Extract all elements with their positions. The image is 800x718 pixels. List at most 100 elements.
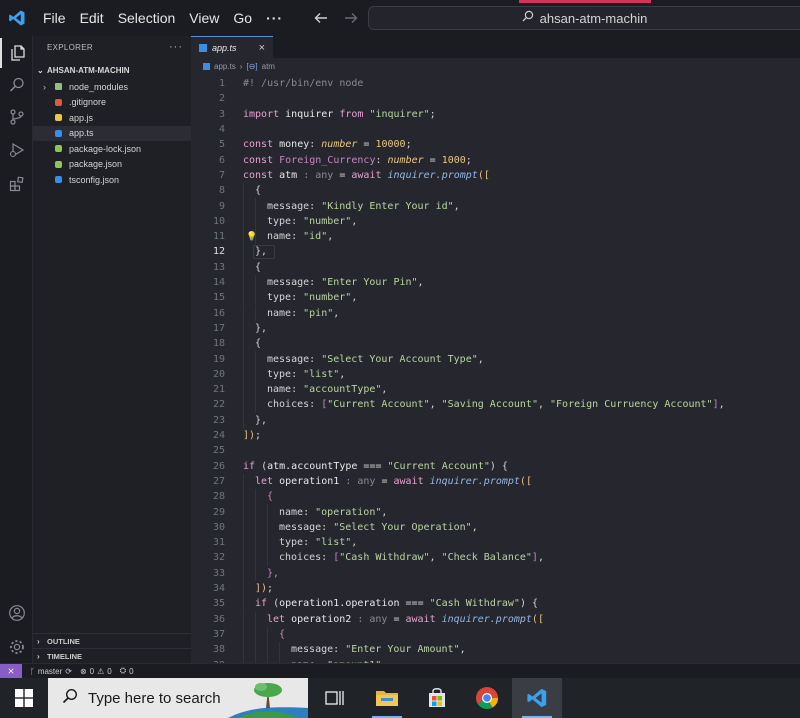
timeline-section[interactable]: › TIMELINE	[33, 648, 191, 663]
code-token: name	[267, 384, 292, 396]
code-editor[interactable]: 1 #! /usr/bin/env node 2 3 import inquirer f…	[191, 74, 800, 663]
tab-app-ts[interactable]: app.ts ×	[191, 36, 273, 58]
code-token: ,	[718, 399, 725, 411]
back-arrow-icon[interactable]	[312, 9, 330, 27]
indent-guide	[243, 183, 244, 199]
code-line: 2	[191, 91, 800, 106]
indent-guide	[243, 642, 244, 658]
forward-arrow-icon[interactable]	[342, 9, 360, 27]
run-debug-icon[interactable]	[0, 135, 33, 165]
code-token: if	[255, 598, 268, 610]
windows-start-icon[interactable]	[0, 678, 48, 718]
indent-guide	[243, 366, 244, 382]
taskbar-search-box[interactable]: Type here to search	[48, 678, 308, 718]
line-number: 30	[212, 521, 225, 533]
code-line: 23},	[191, 412, 800, 428]
code-text: name: "operation",	[279, 507, 387, 518]
indent-guide	[255, 198, 256, 214]
problems-indicator[interactable]: ⊗ 0 ⚠ 0	[80, 667, 112, 676]
menu-selection[interactable]: Selection	[111, 0, 183, 36]
settings-gear-icon[interactable]	[0, 632, 33, 662]
code-token: name	[267, 231, 292, 243]
extensions-icon[interactable]	[0, 169, 33, 199]
ports-icon: ⛭	[119, 666, 127, 675]
code-token: "Saving Account"	[441, 399, 538, 411]
file-item[interactable]: app.js	[33, 110, 191, 126]
vscode-taskbar-icon[interactable]	[512, 678, 562, 718]
code-text: if (operation1.operation === "Cash Withd…	[255, 598, 538, 609]
indent-guide	[255, 550, 256, 566]
code-token: =	[357, 139, 376, 151]
indent-guide	[243, 611, 244, 627]
code-token: "id"	[303, 231, 328, 243]
lightbulb-icon[interactable]: 💡	[246, 232, 257, 242]
menu-more[interactable]: ···	[259, 0, 290, 36]
line-number: 26	[212, 460, 225, 472]
chrome-icon[interactable]	[462, 678, 512, 718]
code-text: type: "number",	[267, 292, 357, 303]
source-control-icon[interactable]	[0, 102, 33, 132]
code-token: :	[321, 521, 334, 533]
remote-indicator-icon[interactable]: ⨯	[0, 663, 22, 679]
task-view-icon[interactable]	[308, 678, 362, 718]
indent-guide	[243, 351, 244, 367]
file-item[interactable]: › node_modules	[33, 79, 191, 95]
chevron-right-icon: ›	[43, 81, 46, 92]
code-token: ) {	[519, 598, 538, 610]
line-number: 3	[218, 108, 225, 120]
microsoft-store-icon[interactable]	[412, 678, 462, 718]
search-icon	[522, 9, 534, 27]
code-text: const money: number = 10000;	[243, 139, 412, 150]
file-item[interactable]: package.json	[33, 157, 191, 173]
code-text: },	[255, 323, 267, 334]
workspace-folder[interactable]: ⌄ AHSAN-ATM-MACHIN	[33, 61, 191, 79]
line-number: 33	[212, 567, 225, 579]
explorer-more-actions-icon[interactable]: ···	[169, 41, 183, 53]
code-token: 10000	[375, 139, 406, 151]
line-number: 23	[212, 414, 225, 426]
close-tab-icon[interactable]: ×	[259, 42, 265, 54]
editor-tabs: app.ts ×	[191, 36, 800, 58]
code-token: name	[267, 307, 292, 319]
code-line: 32 choices: ["Cash Withdraw", "Check Bala…	[191, 550, 800, 566]
ports-indicator[interactable]: ⛭ 0	[120, 666, 134, 676]
branch-indicator[interactable]: ᚴ master ⟳	[30, 667, 72, 676]
file-item[interactable]: package-lock.json	[33, 141, 191, 157]
menu-view[interactable]: View	[182, 0, 226, 36]
breadcrumb-symbol[interactable]: atm	[262, 62, 275, 71]
code-text: {	[255, 185, 261, 196]
workspace-folder-name: AHSAN-ATM-MACHIN	[47, 65, 130, 75]
code-text: choices: ["Current Account", "Saving Acc…	[267, 399, 725, 410]
outline-section[interactable]: › OUTLINE	[33, 633, 191, 648]
code-token: from	[339, 108, 364, 120]
code-text: let operation2 : any = await inquirer.pr…	[267, 614, 544, 625]
code-token: :	[291, 368, 304, 380]
outline-label: OUTLINE	[47, 636, 80, 646]
file-tree: › node_modules .gitignore app.js app.ts packa…	[33, 79, 191, 188]
code-token: const	[243, 154, 274, 166]
command-center-search[interactable]: ahsan-atm-machin	[368, 6, 800, 30]
code-line: 37 {	[191, 626, 800, 643]
code-token: ,	[327, 231, 334, 243]
node-icon	[55, 145, 69, 153]
file-explorer-icon[interactable]	[362, 678, 412, 718]
js-icon	[55, 114, 69, 122]
code-text: const atm : any = await inquirer.prompt(…	[243, 170, 490, 181]
code-line: 26 if (atm.accountType === "Current Accou…	[191, 459, 800, 474]
file-item[interactable]: .gitignore	[33, 95, 191, 111]
file-item[interactable]: app.ts	[33, 125, 191, 141]
code-text: type: "list",	[267, 369, 345, 380]
code-token: "Select Your Operation"	[333, 521, 472, 533]
menu-edit[interactable]: Edit	[73, 0, 111, 36]
line-number: 10	[212, 215, 225, 227]
menu-bar: File Edit Selection View Go ···	[36, 0, 290, 36]
code-token: :	[309, 399, 322, 411]
menu-go[interactable]: Go	[226, 0, 259, 36]
file-item[interactable]: tsconfig.json	[33, 172, 191, 188]
breadcrumb-file[interactable]: app.ts	[214, 62, 236, 71]
indent-guide	[255, 382, 256, 398]
explorer-icon[interactable]	[0, 38, 33, 68]
account-icon[interactable]	[0, 598, 33, 628]
search-activity-icon[interactable]	[0, 70, 33, 100]
menu-file[interactable]: File	[36, 0, 73, 36]
